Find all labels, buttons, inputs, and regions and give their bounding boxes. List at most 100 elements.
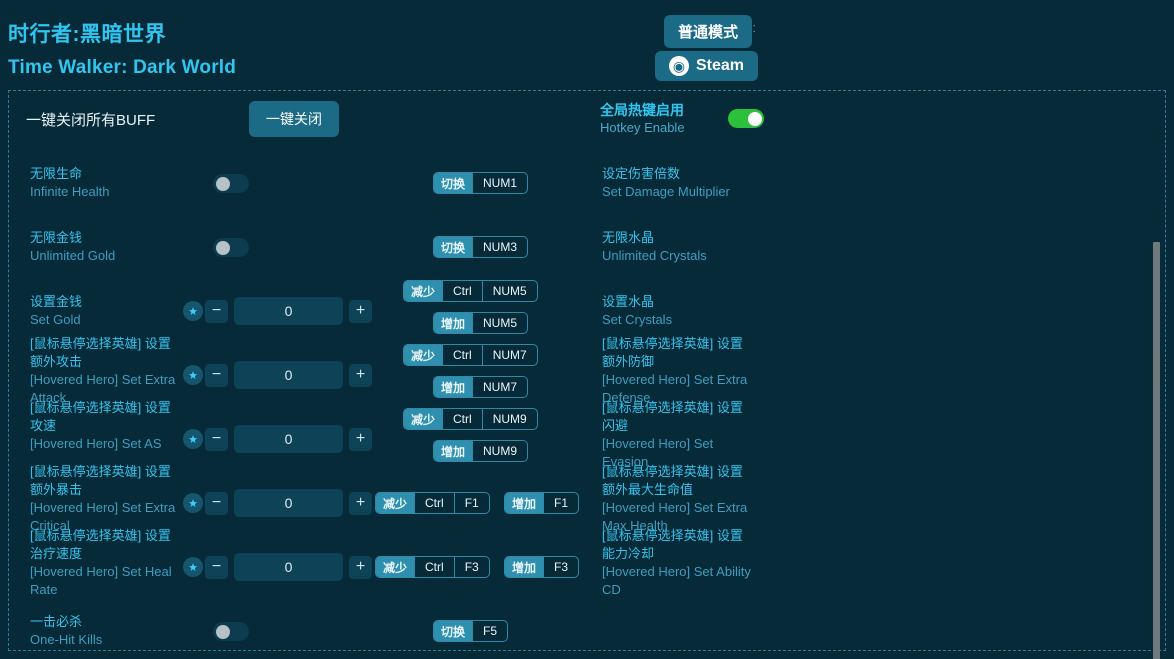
hotkey-key[interactable]: F3 xyxy=(543,557,578,577)
option-label: [鼠标悬停选择英雄] 设置能力冷却 [Hovered Hero] Set Abil… xyxy=(602,527,752,599)
option-label-cn: [鼠标悬停选择英雄] 设置闪避 xyxy=(602,400,743,433)
hotkey-enable-toggle[interactable] xyxy=(728,109,764,128)
hotkey-chip[interactable]: 增加 NUM7 xyxy=(433,376,529,398)
option-label: [鼠标悬停选择英雄] 设置治疗速度 [Hovered Hero] Set Heal… xyxy=(30,527,180,599)
option-label-cn: [鼠标悬停选择英雄] 设置额外暴击 xyxy=(30,464,171,497)
hotkey-chip[interactable]: 减少 Ctrl NUM5 xyxy=(403,280,538,302)
option-label-en: Unlimited Crystals xyxy=(602,248,707,263)
option-toggle[interactable] xyxy=(213,238,249,257)
page-title-cn: 时行者:黑暗世界 xyxy=(8,23,166,46)
option-toggle-wrap xyxy=(205,238,249,257)
hotkey-action-label: 切换 xyxy=(434,621,473,641)
decrement-button[interactable]: − xyxy=(205,427,228,451)
increment-button[interactable]: + xyxy=(349,491,372,515)
game-platform-button[interactable]: ◉ Steam xyxy=(655,51,759,81)
option-label-cn: 无限水晶 xyxy=(602,230,655,245)
hotkey-key[interactable]: Ctrl xyxy=(442,409,482,429)
page-title-en: Time Walker: Dark World xyxy=(8,57,237,78)
hotkey-chip[interactable]: 切换 NUM3 xyxy=(433,236,529,258)
hotkey-key[interactable]: NUM5 xyxy=(472,313,527,333)
favorite-star-icon[interactable]: ★ xyxy=(183,557,203,577)
trainer-window: 时行者:黑暗世界 Time Walker: Dark World 修改器模式: … xyxy=(0,0,1174,659)
value-input[interactable]: 0 xyxy=(234,361,343,389)
hotkey-action-label: 切换 xyxy=(434,237,473,257)
favorite-star-icon[interactable]: ★ xyxy=(183,301,203,321)
hotkey-chip[interactable]: 减少 Ctrl NUM7 xyxy=(403,344,538,366)
hotkey-action-label: 减少 xyxy=(376,493,415,513)
hotkey-key[interactable]: NUM9 xyxy=(472,441,527,461)
hotkey-chip[interactable]: 减少 Ctrl F3 xyxy=(375,556,490,578)
value-stepper: −0 + xyxy=(205,425,372,453)
value-input[interactable]: 0 xyxy=(234,489,343,517)
hotkey-chip[interactable]: 增加 NUM5 xyxy=(433,312,529,334)
hotkey-key[interactable]: NUM7 xyxy=(481,345,537,365)
hotkey-action-label: 减少 xyxy=(404,409,443,429)
hotkey-chip[interactable]: 切换 F5 xyxy=(433,620,509,642)
scrollbar-track[interactable] xyxy=(1153,92,1168,659)
hotkey-enable-label-cn: 全局热键启用 xyxy=(600,102,684,118)
option-toggle[interactable] xyxy=(213,622,249,641)
option-label-cn: [鼠标悬停选择英雄] 设置额外防御 xyxy=(602,336,743,369)
trainer-mode-button[interactable]: 普通模式 xyxy=(664,15,753,48)
trainer-mode-value: 普通模式 xyxy=(678,24,739,41)
value-input[interactable]: 0 xyxy=(234,297,343,325)
hotkey-key[interactable]: NUM1 xyxy=(472,173,527,193)
hotkey-chip[interactable]: 切换 NUM1 xyxy=(433,172,529,194)
toggle-knob xyxy=(747,111,762,126)
option-label-en: One-Hit Kills xyxy=(30,632,103,647)
hotkey-key[interactable]: F1 xyxy=(453,493,489,513)
hotkey-key[interactable]: F1 xyxy=(543,493,578,513)
hotkey-chip[interactable]: 增加 F3 xyxy=(504,556,580,578)
options-panel xyxy=(8,90,1166,651)
option-label: 无限金钱 Unlimited Gold xyxy=(30,229,180,265)
hotkey-key[interactable]: NUM5 xyxy=(481,281,537,301)
option-label: 设置金钱 Set Gold xyxy=(30,293,180,329)
hotkey-key[interactable]: Ctrl xyxy=(442,281,482,301)
value-input[interactable]: 0 xyxy=(234,425,343,453)
header: 时行者:黑暗世界 Time Walker: Dark World 修改器模式: … xyxy=(0,0,1174,90)
hotkey-chip[interactable]: 增加 NUM9 xyxy=(433,440,529,462)
favorite-star-icon[interactable]: ★ xyxy=(183,365,203,385)
increment-button[interactable]: + xyxy=(349,427,372,451)
value-input[interactable]: 0 xyxy=(234,553,343,581)
option-label-en: Unlimited Gold xyxy=(30,248,116,263)
decrement-button[interactable]: − xyxy=(205,555,228,579)
favorite-star-icon[interactable]: ★ xyxy=(183,429,203,449)
hotkey-key[interactable]: F3 xyxy=(453,557,489,577)
option-label-cn: 无限金钱 xyxy=(30,230,83,245)
option-toggle-wrap xyxy=(205,622,249,641)
increment-button[interactable]: + xyxy=(349,299,372,323)
option-label: [鼠标悬停选择英雄] 设置额外攻击 [Hovered Hero] Set Extr… xyxy=(30,335,180,407)
option-label: 无限生命 Infinite Health xyxy=(30,165,180,201)
favorite-star-icon[interactable]: ★ xyxy=(183,493,203,513)
increment-button[interactable]: + xyxy=(349,363,372,387)
option-label-cn: [鼠标悬停选择英雄] 设置额外最大生命值 xyxy=(602,464,743,497)
game-platform-value: Steam xyxy=(696,57,745,74)
hotkey-chip[interactable]: 减少 Ctrl F1 xyxy=(375,492,490,514)
hotkey-key[interactable]: Ctrl xyxy=(414,557,454,577)
hotkey-enable-label: 全局热键启用 Hotkey Enable xyxy=(600,101,720,136)
option-toggle[interactable] xyxy=(213,174,249,193)
decrement-button[interactable]: − xyxy=(205,363,228,387)
hotkey-action-label: 减少 xyxy=(376,557,415,577)
hotkey-action-label: 增加 xyxy=(434,377,473,397)
decrement-button[interactable]: − xyxy=(205,491,228,515)
hotkey-key[interactable]: F5 xyxy=(472,621,507,641)
increment-button[interactable]: + xyxy=(349,555,372,579)
option-label: 设置水晶 Set Crystals xyxy=(602,293,752,329)
hotkey-chip[interactable]: 减少 Ctrl NUM9 xyxy=(403,408,538,430)
hotkey-key[interactable]: NUM9 xyxy=(481,409,537,429)
hotkey-key[interactable]: NUM7 xyxy=(472,377,527,397)
steam-icon: ◉ xyxy=(669,56,689,76)
hotkey-chip[interactable]: 增加 F1 xyxy=(504,492,580,514)
decrement-button[interactable]: − xyxy=(205,299,228,323)
scrollbar-thumb[interactable] xyxy=(1153,242,1160,659)
option-label-en: Infinite Health xyxy=(30,184,110,199)
hotkey-key[interactable]: Ctrl xyxy=(414,493,454,513)
hotkey-key[interactable]: Ctrl xyxy=(442,345,482,365)
option-label-cn: [鼠标悬停选择英雄] 设置额外攻击 xyxy=(30,336,171,369)
close-all-buffs-button[interactable]: 一键关闭 xyxy=(249,101,339,137)
option-label-cn: [鼠标悬停选择英雄] 设置攻速 xyxy=(30,400,171,433)
hotkey-key[interactable]: NUM3 xyxy=(472,237,527,257)
hotkey-action-label: 增加 xyxy=(505,557,544,577)
